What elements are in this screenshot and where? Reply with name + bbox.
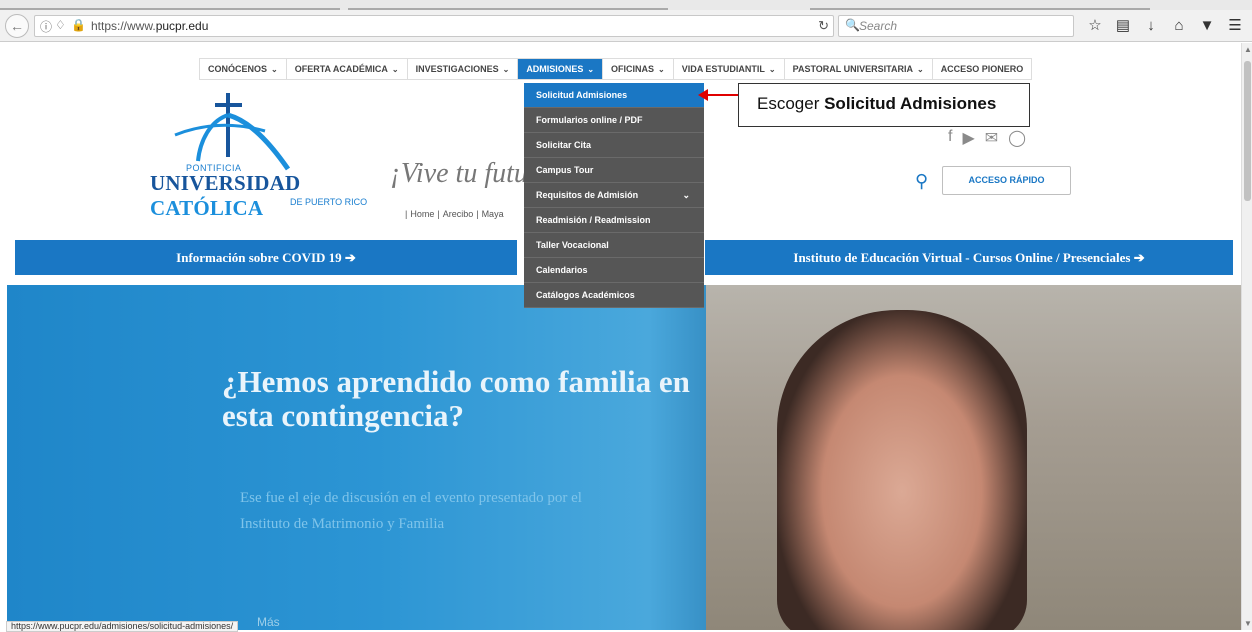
address-bar[interactable]: ⓘ ♢ 🔒 https://www.pucpr.edu ↻ [34,15,834,37]
campus-link-mayaguez[interactable]: Maya [482,209,504,219]
campus-link-home[interactable]: Home [410,209,434,219]
scroll-up-icon[interactable]: ▲ [1244,45,1252,54]
tab[interactable] [0,0,340,10]
covid-info-banner[interactable]: Información sobre COVID 19 ➔ [15,240,517,275]
nav-item-admisiones[interactable]: ADMISIONES ⌄ [518,59,604,79]
campus-link-arecibo[interactable]: Arecibo [443,209,474,219]
chevron-down-icon: ⌄ [768,65,776,74]
scrollbar-thumb[interactable] [1244,61,1251,201]
nav-item-oferta-academica[interactable]: OFERTA ACADÉMICA ⌄ [287,59,408,79]
main-nav: CONÓCENOS ⌄ OFERTA ACADÉMICA ⌄ INVESTIGACI… [199,58,1033,80]
nav-item-pastoral-universitaria[interactable]: PASTORAL UNIVERSITARIA ⌄ [785,59,933,79]
nav-item-vida-estudiantil[interactable]: VIDA ESTUDIANTIL ⌄ [674,59,785,79]
back-button[interactable]: ← [5,14,29,38]
dropdown-item-solicitud-admisiones[interactable]: Solicitud Admisiones [524,83,704,108]
tab[interactable] [810,0,1150,10]
bookmark-star-icon[interactable]: ☆ [1086,15,1104,37]
university-logo[interactable]: PONTIFICIA UNIVERSIDAD CATÓLICA DE PUERT… [150,91,380,221]
logo-subtitle: DE PUERTO RICO [290,197,368,207]
search-icon: 🔍 [845,18,860,32]
page-scrollbar[interactable]: ▲ ▼ [1241,43,1252,630]
acceso-rapido-button[interactable]: ACCESO RÁPIDO [942,166,1071,195]
nav-item-acceso-pionero[interactable]: ACCESO PIONERO [933,59,1032,79]
chevron-down-icon: ⌄ [391,65,399,74]
search-placeholder: Search [859,19,898,33]
url-text[interactable]: https://www.pucpr.edu [91,19,208,33]
info-icon[interactable]: ⓘ [40,18,52,35]
cross-logo-icon [174,93,290,171]
chevron-down-icon: ⌄ [916,65,924,74]
hero-more-link[interactable]: Más [257,615,280,629]
dropdown-item-campus-tour[interactable]: Campus Tour [524,158,704,183]
arrow-right-icon: ➔ [344,250,356,265]
chevron-down-icon: ⌄ [271,65,278,74]
toolbar-icons: ☆ ▤ ↓ ⌂ ▼ ☰ [1086,15,1244,37]
tagline: ¡Vive tu futuro [390,158,524,189]
scroll-down-icon[interactable]: ▼ [1244,619,1252,628]
chevron-down-icon: ⌄ [658,65,665,74]
hero-subtitle: Ese fue el eje de discusión en el evento… [240,490,582,532]
nav-item-oficinas[interactable]: OFICINAS ⌄ [603,59,674,79]
dropdown-item-calendarios[interactable]: Calendarios [524,258,704,283]
chevron-down-icon: ⌄ [587,65,595,74]
campus-links: | Home | Arecibo | Maya [405,209,504,219]
dropdown-item-taller-vocacional[interactable]: Taller Vocacional [524,233,704,258]
dropdown-item-readmision[interactable]: Readmisión / Readmission [524,208,704,233]
tab-strip [0,0,1252,10]
download-icon[interactable]: ↓ [1142,15,1160,37]
tracking-shield-icon[interactable]: ♢ [55,18,66,32]
site-search-icon[interactable]: ⚲ [915,171,928,192]
tab[interactable] [348,0,668,10]
status-bar-url: https://www.pucpr.edu/admisiones/solicit… [6,621,239,632]
lock-icon[interactable]: 🔒 [71,18,86,32]
home-icon[interactable]: ⌂ [1170,15,1188,37]
speaker-image [777,310,1027,630]
menu-icon[interactable]: ☰ [1226,15,1244,37]
pocket-icon[interactable]: ▼ [1198,15,1216,37]
search-bar[interactable]: 🔍 Search [838,15,1074,37]
youtube-icon[interactable]: ▶ [962,128,974,148]
reload-icon[interactable]: ↻ [818,18,829,34]
logo-name: UNIVERSIDAD CATÓLICA [150,171,301,220]
browser-toolbar: ← ⓘ ♢ 🔒 https://www.pucpr.edu ↻ 🔍 Search… [0,10,1252,42]
dropdown-item-solicitar-cita[interactable]: Solicitar Cita [524,133,704,158]
instagram-icon[interactable]: ◯ [1008,128,1026,148]
annotation-arrow [706,94,738,96]
virtual-education-banner[interactable]: Instituto de Educación Virtual - Cursos … [705,240,1233,275]
admisiones-dropdown: Solicitud Admisiones Formularios online … [524,83,704,308]
dropdown-item-requisitos[interactable]: Requisitos de Admisión ⌄ [524,183,704,208]
hero-title: ¿Hemos aprendido como familia en esta co… [222,364,690,433]
chevron-down-icon: ⌄ [682,190,690,200]
chevron-down-icon: ⌄ [502,65,510,74]
nav-item-investigaciones[interactable]: INVESTIGACIONES ⌄ [408,59,519,79]
page: CONÓCENOS ⌄ OFERTA ACADÉMICA ⌄ INVESTIGACI… [0,43,1241,630]
facebook-icon[interactable]: f [948,128,952,148]
social-icons: f ▶ ✉ ◯ [948,128,1026,148]
annotation-callout: Escoger Solicitud Admisiones [738,83,1030,127]
dropdown-item-formularios[interactable]: Formularios online / PDF [524,108,704,133]
reading-list-icon[interactable]: ▤ [1114,15,1132,37]
hero-slider[interactable]: ¿Hemos aprendido como familia en esta co… [7,285,1241,630]
nav-item-conocenos[interactable]: CONÓCENOS ⌄ [200,59,287,79]
arrow-right-icon: ➔ [1133,250,1145,265]
dropdown-item-catalogos[interactable]: Catálogos Académicos [524,283,704,308]
email-icon[interactable]: ✉ [985,128,998,148]
